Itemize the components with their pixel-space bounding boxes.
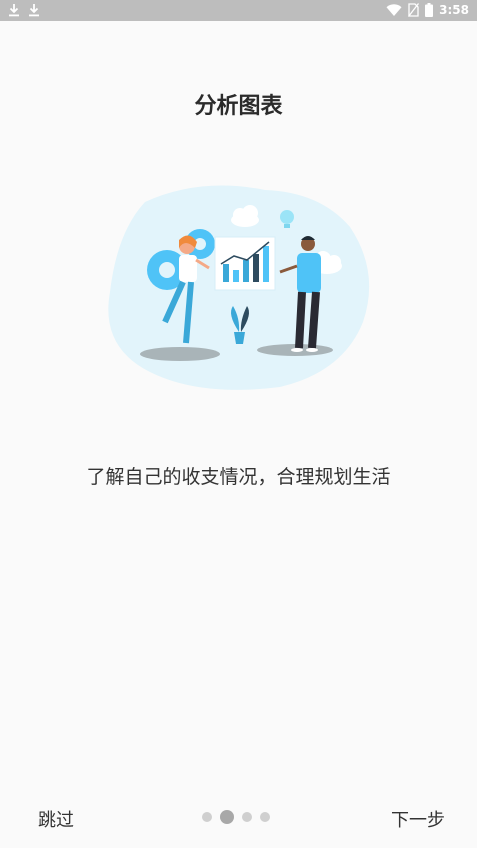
page-indicator [202,810,270,824]
analytics-illustration [105,182,375,392]
analytics-chart-illustration-svg [108,185,370,390]
page-dot-1 [202,812,212,822]
status-right-icons: 3:58 [386,2,469,18]
status-time: 3:58 [439,3,469,17]
status-left-icons [8,3,40,17]
page-title: 分析图表 [194,94,283,119]
download-icon [28,3,40,17]
download-icon [8,3,20,17]
status-bar: 3:58 [0,0,477,21]
page-dot-4 [260,812,270,822]
no-sim-icon [408,3,420,17]
battery-icon [425,3,434,17]
page-dot-3 [242,812,252,822]
skip-button[interactable]: 跳过 [38,806,74,832]
wifi-icon [386,3,402,17]
page-dot-2-active [220,810,234,824]
page-subtitle: 了解自己的收支情况，合理规划生活 [86,466,391,488]
next-button[interactable]: 下一步 [391,806,445,832]
